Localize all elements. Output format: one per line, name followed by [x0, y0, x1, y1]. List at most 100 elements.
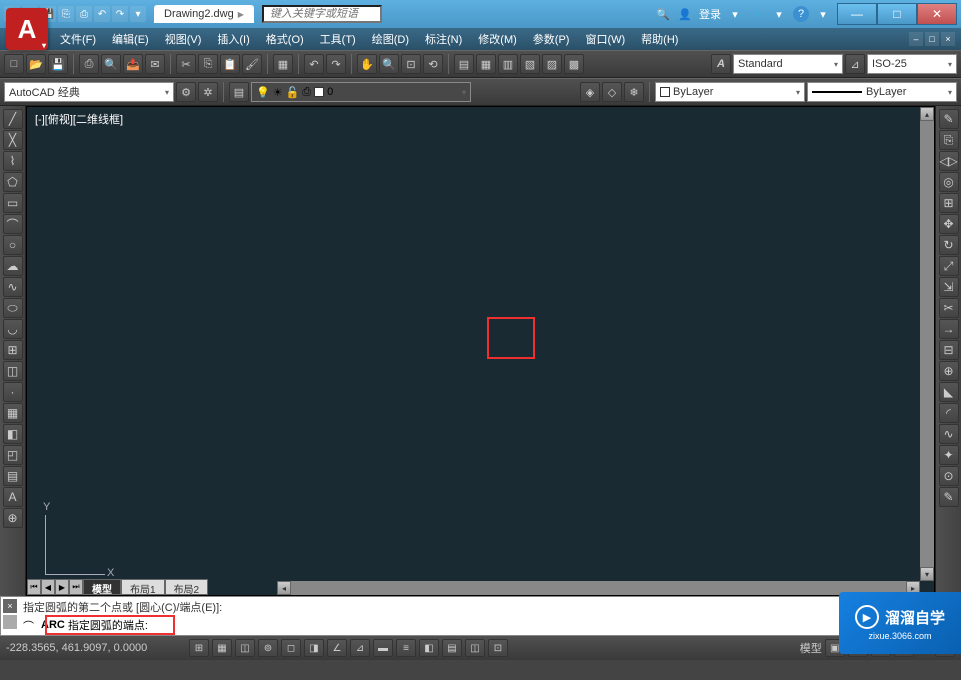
menu-draw[interactable]: 绘图(D) — [364, 28, 417, 50]
erase-icon[interactable]: ✎ — [939, 109, 959, 129]
drawing-canvas[interactable]: [-][俯视][二维线框] Y X ▴ ▾ ⏮ ◀ ▶ ⏭ 模型 布局1 布局2 — [26, 106, 935, 596]
zoom-icon[interactable]: 🔍 — [379, 54, 399, 74]
sheet-tab-layout1[interactable]: 布局1 — [121, 579, 165, 595]
sheet-tab-model[interactable]: 模型 — [83, 579, 121, 595]
block-icon[interactable]: ▦ — [273, 54, 293, 74]
help-icon[interactable]: ? — [793, 6, 809, 22]
properties-icon[interactable]: ▤ — [454, 54, 474, 74]
revcloud-icon[interactable]: ☁ — [3, 256, 23, 276]
dropdown-icon[interactable]: ▾ — [727, 6, 743, 22]
new-icon[interactable]: □ — [4, 54, 24, 74]
zoom-prev-icon[interactable]: ⟲ — [423, 54, 443, 74]
user-icon[interactable]: 👤 — [677, 6, 693, 22]
copy-icon[interactable]: ⎘ — [198, 54, 218, 74]
ws-settings-icon[interactable]: ✲ — [198, 82, 218, 102]
addsel-icon[interactable]: ⊕ — [3, 508, 23, 528]
match-icon[interactable]: 🖌 — [242, 54, 262, 74]
horizontal-scrollbar[interactable]: ◂▸ — [277, 581, 920, 595]
menu-tools[interactable]: 工具(T) — [312, 28, 364, 50]
sc-icon[interactable]: ◫ — [465, 639, 485, 657]
layer-combo[interactable]: 💡 ☀ 🔓 ⎙ 0▾ — [251, 82, 471, 102]
rotate-icon[interactable]: ↻ — [939, 235, 959, 255]
app-logo[interactable]: A — [6, 8, 48, 50]
insert-icon[interactable]: ⊞ — [3, 340, 23, 360]
set-basept-icon[interactable]: ⊙ — [939, 466, 959, 486]
exchange-icon[interactable]: ✕ — [749, 6, 765, 22]
ws-gear-icon[interactable]: ⚙ — [176, 82, 196, 102]
ducs-icon[interactable]: ⊿ — [350, 639, 370, 657]
redo-icon[interactable]: ↷ — [326, 54, 346, 74]
spline-icon[interactable]: ∿ — [3, 277, 23, 297]
am-icon[interactable]: ⊡ — [488, 639, 508, 657]
polygon-icon[interactable]: ⬠ — [3, 172, 23, 192]
qat-saveas-icon[interactable]: ⎘ — [58, 6, 74, 22]
calc-icon[interactable]: ▩ — [564, 54, 584, 74]
menu-view[interactable]: 视图(V) — [157, 28, 210, 50]
publish-icon[interactable]: 📤 — [123, 54, 143, 74]
close-button[interactable]: ✕ — [917, 3, 957, 25]
hatch-icon[interactable]: ▦ — [3, 403, 23, 423]
point-icon[interactable]: · — [3, 382, 23, 402]
menu-dimension[interactable]: 标注(N) — [417, 28, 470, 50]
layer-props-icon[interactable]: ▤ — [229, 82, 249, 102]
cmd-close-icon[interactable]: × — [3, 599, 17, 613]
fillet-icon[interactable]: ◜ — [939, 403, 959, 423]
cmd-grip-icon[interactable] — [3, 615, 17, 629]
scale-icon[interactable]: ⤢ — [939, 256, 959, 276]
grid-icon[interactable]: ▦ — [212, 639, 232, 657]
extend-icon[interactable]: → — [939, 319, 959, 339]
pline-icon[interactable]: ⌇ — [3, 151, 23, 171]
blend-icon[interactable]: ∿ — [939, 424, 959, 444]
makeblock-icon[interactable]: ◫ — [3, 361, 23, 381]
menu-window[interactable]: 窗口(W) — [577, 28, 633, 50]
markup-icon[interactable]: ▨ — [542, 54, 562, 74]
menu-edit[interactable]: 编辑(E) — [104, 28, 157, 50]
document-tab[interactable]: Drawing2.dwg ▶ — [154, 5, 254, 23]
workspace-combo[interactable]: AutoCAD 经典▾ — [4, 82, 174, 102]
doc-close-button[interactable]: × — [941, 32, 955, 46]
command-window[interactable]: × 指定圆弧的第二个点或 [圆心(C)/端点(E)]: ⌒ ARC 指定圆弧的端… — [0, 596, 961, 636]
lwt-icon[interactable]: ≡ — [396, 639, 416, 657]
more-icon[interactable]: ▾ — [771, 6, 787, 22]
line-icon[interactable]: ╱ — [3, 109, 23, 129]
qat-redo-icon[interactable]: ↷ — [112, 6, 128, 22]
ellipse-icon[interactable]: ⬭ — [3, 298, 23, 318]
menu-parameters[interactable]: 参数(P) — [525, 28, 578, 50]
sheet-nav-next[interactable]: ▶ — [55, 579, 69, 595]
region-icon[interactable]: ◰ — [3, 445, 23, 465]
copy-obj-icon[interactable]: ⎘ — [939, 130, 959, 150]
qat-print-icon[interactable]: ⎙ — [76, 6, 92, 22]
dimstyle-icon[interactable]: ⊿ — [845, 54, 865, 74]
mirror-icon[interactable]: ◁▷ — [939, 151, 959, 171]
sheetset-icon[interactable]: ▧ — [520, 54, 540, 74]
xline-icon[interactable]: ╳ — [3, 130, 23, 150]
arc-icon[interactable]: ⌒ — [3, 214, 23, 234]
ellipsearc-icon[interactable]: ◡ — [3, 319, 23, 339]
color-combo[interactable]: ByLayer▾ — [655, 82, 805, 102]
linetype-combo[interactable]: ByLayer▾ — [807, 82, 957, 102]
send-icon[interactable]: ✉ — [145, 54, 165, 74]
qp-icon[interactable]: ▤ — [442, 639, 462, 657]
print-icon[interactable]: ⎙ — [79, 54, 99, 74]
doc-maximize-button[interactable]: □ — [925, 32, 939, 46]
qat-undo-icon[interactable]: ↶ — [94, 6, 110, 22]
break-icon[interactable]: ⊟ — [939, 340, 959, 360]
sheet-nav-first[interactable]: ⏮ — [27, 579, 41, 595]
trim-icon[interactable]: ✂ — [939, 298, 959, 318]
layer-iso-icon[interactable]: ◈ — [580, 82, 600, 102]
draweditor-icon[interactable]: ✎ — [939, 487, 959, 507]
stretch-icon[interactable]: ⇲ — [939, 277, 959, 297]
table-icon[interactable]: ▤ — [3, 466, 23, 486]
doc-minimize-button[interactable]: – — [909, 32, 923, 46]
3dosnap-icon[interactable]: ◨ — [304, 639, 324, 657]
menu-help[interactable]: 帮助(H) — [633, 28, 686, 50]
menu-format[interactable]: 格式(O) — [258, 28, 312, 50]
preview-icon[interactable]: 🔍 — [101, 54, 121, 74]
login-button[interactable]: 登录 — [699, 6, 721, 22]
search-icon[interactable]: 🔍 — [655, 6, 671, 22]
pan-icon[interactable]: ✋ — [357, 54, 377, 74]
minimize-button[interactable]: — — [837, 3, 877, 25]
explode-icon[interactable]: ✦ — [939, 445, 959, 465]
array-icon[interactable]: ⊞ — [939, 193, 959, 213]
open-icon[interactable]: 📂 — [26, 54, 46, 74]
